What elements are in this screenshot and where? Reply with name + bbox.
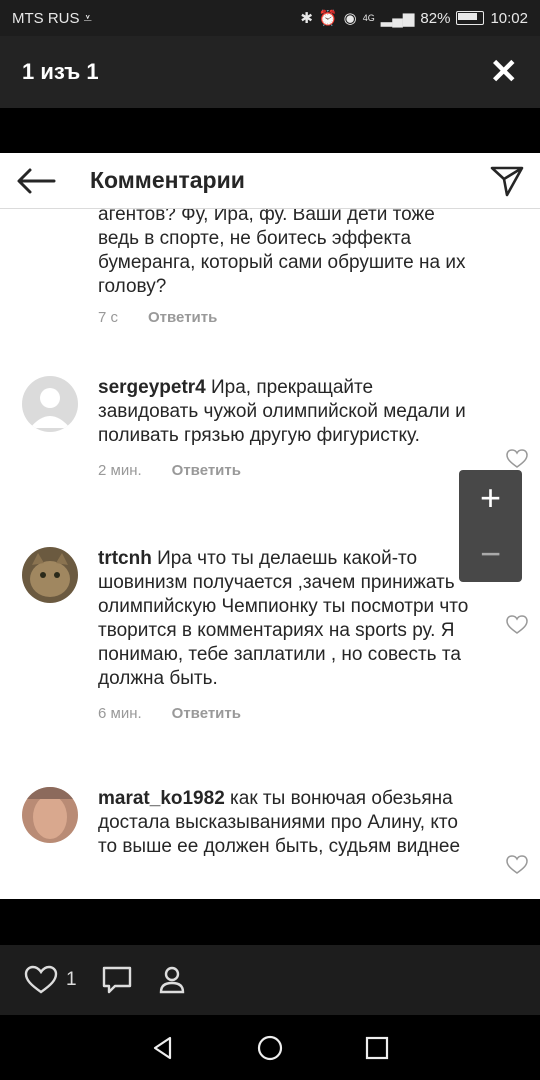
heart-icon xyxy=(24,965,58,994)
like-count: 1 xyxy=(66,969,77,990)
reply-button[interactable]: Ответить xyxy=(172,705,241,722)
comment-item: trtcnh Ира что ты делаешь какой-то шовин… xyxy=(22,547,522,722)
comment-username[interactable]: trtcnh xyxy=(98,548,152,569)
comment-item-partial: агентов? Фу, Ира, фу. Ваши дети тоже вед… xyxy=(98,203,478,326)
heart-icon[interactable] xyxy=(506,855,528,875)
image-margin-bottom xyxy=(0,899,540,945)
comment-time: 7 с xyxy=(98,309,119,326)
direct-send-icon[interactable] xyxy=(490,164,524,198)
heart-icon[interactable] xyxy=(506,449,528,469)
close-icon[interactable]: ✕ xyxy=(490,55,519,89)
comments-header: Комментарии xyxy=(0,153,540,209)
reply-button[interactable]: Ответить xyxy=(148,309,217,326)
page-title: Комментарии xyxy=(90,167,245,193)
clock: 10:02 xyxy=(490,9,528,27)
bluetooth-icon: ✱ xyxy=(300,10,313,27)
status-bar: MTS RUS ⩡ ✱ ⏰ ◉ 4G ▂▄▆ 82% 10:02 xyxy=(0,0,540,36)
eye-icon: ◉ xyxy=(343,10,357,27)
system-nav-bar xyxy=(0,1015,540,1080)
comment-icon xyxy=(102,966,131,994)
download-icon: ⩡ xyxy=(83,9,92,27)
carrier: MTS RUS xyxy=(12,9,80,27)
comment-text: Ира что ты делаешь какой-то шовинизм пол… xyxy=(98,548,469,689)
zoom-control: + − xyxy=(459,470,522,582)
signal-icon: ▂▄▆ xyxy=(380,10,415,27)
comment-time: 6 мин. xyxy=(98,705,142,722)
comment-username[interactable]: sergeypetr4 xyxy=(98,377,206,398)
reply-button[interactable]: Ответить xyxy=(172,462,241,479)
comment-button[interactable] xyxy=(101,965,133,995)
viewer-top-bar: 1 изъ 1 ✕ xyxy=(0,36,540,108)
viewer-counter: 1 изъ 1 xyxy=(22,59,99,84)
battery-icon xyxy=(456,11,485,25)
comment-time: 2 мин. xyxy=(98,462,142,479)
zoom-out-button[interactable]: − xyxy=(480,536,501,572)
profile-button[interactable] xyxy=(157,965,187,995)
avatar[interactable] xyxy=(22,376,78,432)
nav-recents-icon[interactable] xyxy=(364,1035,390,1061)
comment-item: sergeypetr4 Ира, прекращайте завидовать … xyxy=(22,376,522,479)
avatar[interactable] xyxy=(22,547,78,603)
comment-text: агентов? Фу, Ира, фу. Ваши дети тоже вед… xyxy=(98,204,466,297)
viewer-bottom-bar: 1 xyxy=(0,945,540,1015)
image-margin-top xyxy=(0,108,540,153)
back-arrow-icon[interactable] xyxy=(16,166,56,196)
heart-icon[interactable] xyxy=(506,615,528,635)
alarm-icon: ⏰ xyxy=(318,10,338,27)
avatar[interactable] xyxy=(22,787,78,843)
battery-level: 82% xyxy=(420,9,451,27)
nav-home-icon[interactable] xyxy=(256,1034,284,1062)
comment-item: marat_ko1982 как ты вонючая обезьяна дос… xyxy=(22,787,522,859)
comment-username[interactable]: marat_ko1982 xyxy=(98,788,225,809)
network-type: 4G xyxy=(362,13,375,23)
person-icon xyxy=(159,966,184,994)
like-button[interactable]: 1 xyxy=(24,965,77,995)
zoom-in-button[interactable]: + xyxy=(480,480,501,516)
nav-back-icon[interactable] xyxy=(150,1035,176,1061)
